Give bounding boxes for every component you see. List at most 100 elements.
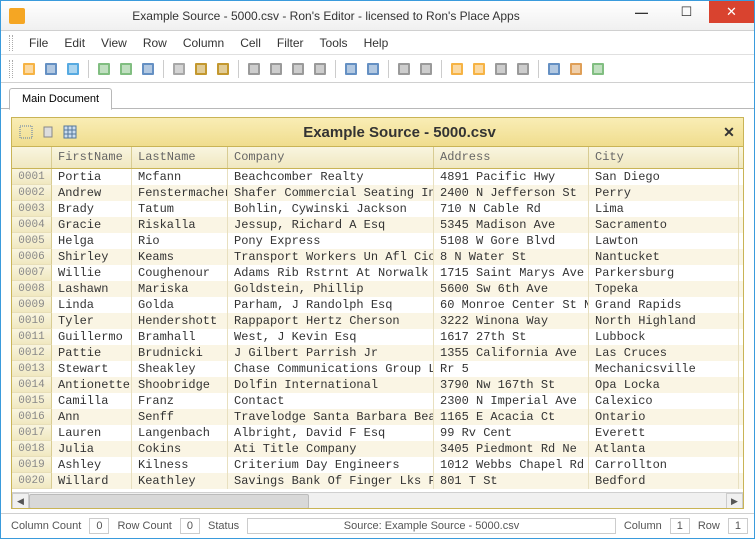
cell-lastname[interactable]: Sheakley [132,361,228,377]
row-header[interactable]: 0016 [12,409,52,425]
cell-address[interactable]: Rr 5 [434,361,589,377]
cell-address[interactable]: 1617 27th St [434,329,589,345]
cell-city[interactable]: Las Cruces [589,345,739,361]
grid-corner[interactable] [12,147,52,168]
cell-lastname[interactable]: Tatum [132,201,228,217]
delete-icon[interactable] [169,59,189,79]
grid-expand-icon[interactable] [363,59,383,79]
cell-address[interactable]: 1355 California Ave [434,345,589,361]
cell-company[interactable]: Jessup, Richard A Esq [228,217,434,233]
scroll-right-button[interactable]: ▶ [726,493,743,510]
cell-city[interactable]: San Diego [589,169,739,185]
cell-lastname[interactable]: Riskalla [132,217,228,233]
cell-firstname[interactable]: Camilla [52,393,132,409]
cell-lastname[interactable]: Golda [132,297,228,313]
cell-firstname[interactable]: Julia [52,441,132,457]
cell-city[interactable]: North Highland [589,313,739,329]
document-close-button[interactable]: ✕ [721,124,737,140]
cell-city[interactable]: Topeka [589,281,739,297]
row-header[interactable]: 0017 [12,425,52,441]
row-header[interactable]: 0002 [12,185,52,201]
table-row[interactable]: 0009LindaGoldaParham, J Randolph Esq60 M… [12,297,743,313]
cell-city[interactable]: Perry [589,185,739,201]
column-header-company[interactable]: Company [228,147,434,168]
zoom-out-icon[interactable] [416,59,436,79]
cell-firstname[interactable]: Linda [52,297,132,313]
cut-icon[interactable] [244,59,264,79]
cell-address[interactable]: 2400 N Jefferson St [434,185,589,201]
cell-company[interactable]: Parham, J Randolph Esq [228,297,434,313]
cell-lastname[interactable]: Mariska [132,281,228,297]
cell-city[interactable]: Lawton [589,233,739,249]
cell-city[interactable]: Ontario [589,409,739,425]
cell-firstname[interactable]: Pattie [52,345,132,361]
row-header[interactable]: 0013 [12,361,52,377]
cell-company[interactable]: Beachcomber Realty [228,169,434,185]
cell-address[interactable]: 5108 W Gore Blvd [434,233,589,249]
cell-company[interactable]: West, J Kevin Esq [228,329,434,345]
table-row[interactable]: 0005HelgaRioPony Express5108 W Gore Blvd… [12,233,743,249]
row-header[interactable]: 0006 [12,249,52,265]
select-mode-icon[interactable] [18,124,34,140]
cell-address[interactable]: 8 N Water St [434,249,589,265]
grid-insert-icon[interactable] [116,59,136,79]
table-row[interactable]: 0015CamillaFranzContact2300 N Imperial A… [12,393,743,409]
cell-firstname[interactable]: Willie [52,265,132,281]
column-header-address[interactable]: Address [434,147,589,168]
cell-lastname[interactable]: Keams [132,249,228,265]
row-header[interactable]: 0018 [12,441,52,457]
table-row[interactable]: 0019AshleyKilnessCriterium Day Engineers… [12,457,743,473]
table-row[interactable]: 0008LashawnMariskaGoldstein, Phillip5600… [12,281,743,297]
cell-company[interactable]: Savings Bank Of Finger Lks Fsb [228,473,434,489]
horizontal-scrollbar[interactable]: ◀ ▶ [12,492,743,509]
cell-lastname[interactable]: Shoobridge [132,377,228,393]
cell-city[interactable]: Opa Locka [589,377,739,393]
cell-firstname[interactable]: Lauren [52,425,132,441]
cell-company[interactable]: Chase Communications Group Ltd [228,361,434,377]
cell-firstname[interactable]: Helga [52,233,132,249]
table-row[interactable]: 0006ShirleyKeamsTransport Workers Un Afl… [12,249,743,265]
cell-company[interactable]: Goldstein, Phillip [228,281,434,297]
table-row[interactable]: 0016AnnSenffTravelodge Santa Barbara Bea… [12,409,743,425]
filter-icon[interactable] [544,59,564,79]
menu-file[interactable]: File [21,33,56,53]
column-header-city[interactable]: City [589,147,739,168]
export-icon[interactable] [588,59,608,79]
row-header[interactable]: 0012 [12,345,52,361]
cell-city[interactable]: Lubbock [589,329,739,345]
cell-address[interactable]: 3405 Piedmont Rd Ne [434,441,589,457]
globe-icon[interactable] [63,59,83,79]
cell-address[interactable]: 1012 Webbs Chapel Rd [434,457,589,473]
cell-firstname[interactable]: Gracie [52,217,132,233]
row-header[interactable]: 0005 [12,233,52,249]
cell-lastname[interactable]: Langenbach [132,425,228,441]
copy-icon[interactable] [266,59,286,79]
clipboard-icon[interactable] [40,124,56,140]
menubar-handle[interactable] [9,35,13,51]
table-row[interactable]: 0002AndrewFenstermacherShafer Commercial… [12,185,743,201]
cell-address[interactable]: 3222 Winona Way [434,313,589,329]
cell-city[interactable]: Lima [589,201,739,217]
cell-lastname[interactable]: Coughenour [132,265,228,281]
cell-company[interactable]: Rappaport Hertz Cherson [228,313,434,329]
close-button[interactable]: ✕ [709,1,754,23]
cell-firstname[interactable]: Andrew [52,185,132,201]
table-row[interactable]: 0001PortiaMcfannBeachcomber Realty4891 P… [12,169,743,185]
cell-address[interactable]: 801 T St [434,473,589,489]
table-row[interactable]: 0003BradyTatumBohlin, Cywinski Jackson71… [12,201,743,217]
table-row[interactable]: 0013StewartSheakleyChase Communications … [12,361,743,377]
cell-firstname[interactable]: Lashawn [52,281,132,297]
row-header[interactable]: 0015 [12,393,52,409]
cell-firstname[interactable]: Ashley [52,457,132,473]
menu-view[interactable]: View [93,33,135,53]
cell-firstname[interactable]: Ann [52,409,132,425]
menu-filter[interactable]: Filter [269,33,312,53]
cell-address[interactable]: 1715 Saint Marys Ave [434,265,589,281]
table-row[interactable]: 0018JuliaCokinsAti Title Company3405 Pie… [12,441,743,457]
cell-address[interactable]: 3790 Nw 167th St [434,377,589,393]
cell-lastname[interactable]: Fenstermacher [132,185,228,201]
cell-lastname[interactable]: Cokins [132,441,228,457]
table-row[interactable]: 0007WillieCoughenourAdams Rib Rstrnt At … [12,265,743,281]
row-header[interactable]: 0014 [12,377,52,393]
cell-company[interactable]: Pony Express [228,233,434,249]
